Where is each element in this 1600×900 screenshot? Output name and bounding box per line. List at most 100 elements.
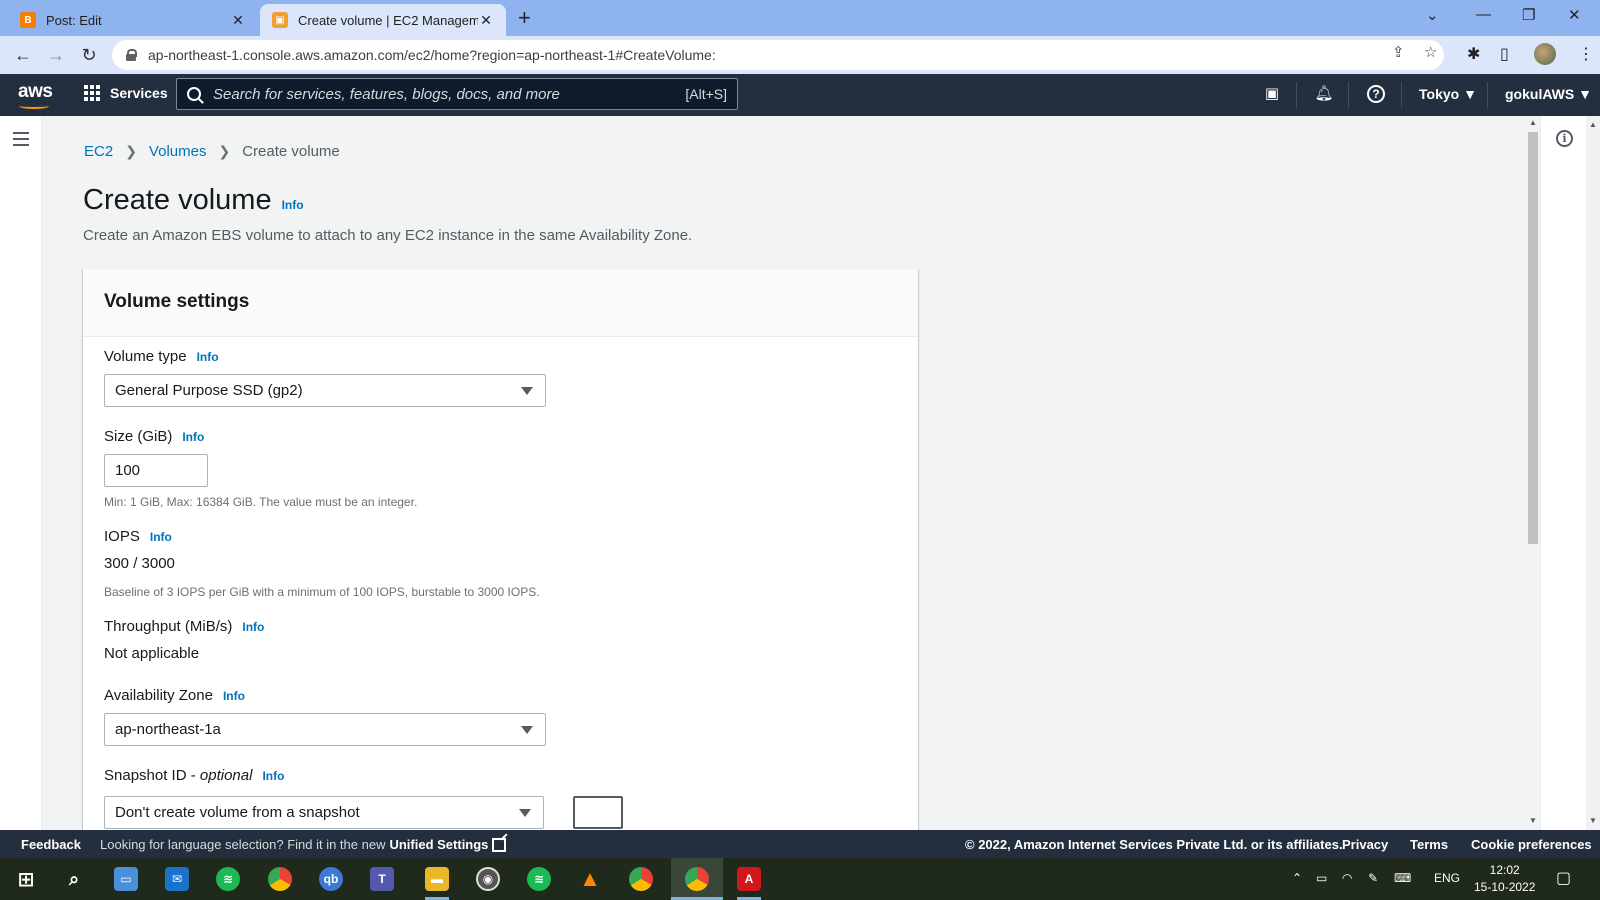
iops-value: 300 / 3000 xyxy=(104,555,175,572)
size-input[interactable]: 100 xyxy=(104,454,208,487)
scroll-up-arrow-icon[interactable]: ▲ xyxy=(1589,120,1597,129)
cloudshell-icon[interactable]: ▣ xyxy=(1262,84,1282,104)
throughput-label-text: Throughput (MiB/s) xyxy=(104,618,233,635)
hamburger-menu-icon[interactable] xyxy=(13,132,29,150)
forward-arrow-icon[interactable]: → xyxy=(45,44,67,66)
aws-cube-icon: ▣ xyxy=(272,12,288,28)
services-menu-button[interactable]: Services xyxy=(84,85,168,101)
breadcrumb-current: Create volume xyxy=(242,143,340,160)
windows-taskbar: ⊞ ⌕ ▭ ✉ ≋ qb T ▬ ◉ ≋ ▲ A ⌃ ▭ ◠ ✎ ⌨ ENG 1… xyxy=(0,858,1600,900)
windows-start-icon[interactable]: ⊞ xyxy=(14,867,38,891)
spotify-icon[interactable]: ≋ xyxy=(216,867,240,891)
size-hint: Min: 1 GiB, Max: 16384 GiB. The value mu… xyxy=(104,495,418,509)
tab-title: Post: Edit xyxy=(46,12,102,28)
availability-zone-select[interactable]: ap-northeast-1a xyxy=(104,713,546,746)
minimize-button[interactable]: — xyxy=(1476,6,1491,23)
url-field[interactable]: ap-northeast-1.console.aws.amazon.com/ec… xyxy=(112,40,1444,70)
pen-icon[interactable]: ✎ xyxy=(1368,871,1378,885)
back-arrow-icon[interactable]: ← xyxy=(12,44,34,66)
search-icon xyxy=(187,87,201,101)
search-input[interactable]: Search for services, features, blogs, do… xyxy=(176,78,738,110)
chrome-icon[interactable] xyxy=(629,867,653,891)
refresh-snapshots-button[interactable] xyxy=(573,796,623,829)
vlc-icon[interactable]: ▲ xyxy=(578,866,602,891)
scroll-down-arrow-icon[interactable]: ▼ xyxy=(1529,816,1537,825)
notifications-icon[interactable]: ▢ xyxy=(1556,868,1571,888)
close-window-button[interactable]: ✕ xyxy=(1568,6,1581,24)
content-scrollbar[interactable]: ▲ ▼ xyxy=(1526,116,1540,830)
unified-settings-link[interactable]: Unified Settings xyxy=(389,837,488,852)
page-scrollbar[interactable]: ▲ ▼ xyxy=(1586,116,1600,830)
chevron-down-icon[interactable]: ⌄ xyxy=(1426,6,1439,24)
browser-tab-post-edit[interactable]: B Post: Edit ✕ xyxy=(8,4,258,36)
scrollbar-thumb[interactable] xyxy=(1528,132,1538,544)
new-tab-button[interactable]: + xyxy=(518,6,531,30)
breadcrumb-ec2[interactable]: EC2 xyxy=(84,143,113,160)
breadcrumb-volumes[interactable]: Volumes xyxy=(149,143,207,160)
spotify-icon[interactable]: ≋ xyxy=(527,867,551,891)
close-icon[interactable]: ✕ xyxy=(230,12,246,29)
snapshot-info-link[interactable]: Info xyxy=(262,769,284,783)
close-icon[interactable]: ✕ xyxy=(478,12,494,29)
terms-link[interactable]: Terms xyxy=(1410,837,1448,852)
profile-avatar[interactable] xyxy=(1534,43,1556,65)
iops-label-text: IOPS xyxy=(104,528,140,545)
media-player-icon[interactable]: ◉ xyxy=(476,867,500,891)
mail-icon[interactable]: ✉ xyxy=(165,867,189,891)
chrome-icon[interactable] xyxy=(685,867,709,891)
clock-date: 15-10-2022 xyxy=(1474,880,1536,894)
privacy-link[interactable]: Privacy xyxy=(1342,837,1388,852)
file-explorer-window-icon[interactable]: ▭ xyxy=(114,867,138,891)
qbittorrent-icon[interactable]: qb xyxy=(319,867,343,891)
throughput-info-link[interactable]: Info xyxy=(242,620,264,634)
scroll-down-arrow-icon[interactable]: ▼ xyxy=(1589,816,1597,825)
search-icon[interactable]: ⌕ xyxy=(62,867,86,891)
folder-icon[interactable]: ▬ xyxy=(425,867,449,891)
extensions-icon[interactable]: ✱ xyxy=(1467,44,1480,64)
panel-heading: Volume settings xyxy=(83,269,918,337)
volume-type-select[interactable]: General Purpose SSD (gp2) xyxy=(104,374,546,407)
availability-zone-info-link[interactable]: Info xyxy=(223,689,245,703)
lock-icon xyxy=(126,49,137,61)
clock[interactable]: 12:02 15-10-2022 xyxy=(1474,862,1535,896)
info-icon[interactable]: i xyxy=(1556,130,1573,147)
external-link-icon xyxy=(492,837,507,852)
language-indicator[interactable]: ENG xyxy=(1434,871,1460,885)
snapshot-select[interactable]: Don't create volume from a snapshot xyxy=(104,796,544,829)
volume-type-info-link[interactable]: Info xyxy=(197,350,219,364)
title-info-link[interactable]: Info xyxy=(282,198,304,212)
keyboard-icon[interactable]: ⌨ xyxy=(1394,871,1411,885)
copyright-text: © 2022, Amazon Internet Services Private… xyxy=(965,837,1343,852)
url-text: ap-northeast-1.console.aws.amazon.com/ec… xyxy=(148,47,716,63)
restore-button[interactable]: ❐ xyxy=(1522,6,1535,24)
browser-tab-create-volume[interactable]: ▣ Create volume | EC2 Managemen ✕ xyxy=(260,4,506,36)
language-notice-text: Looking for language selection? Find it … xyxy=(100,837,386,852)
scroll-up-arrow-icon[interactable]: ▲ xyxy=(1529,118,1537,127)
bell-icon[interactable]: 🔔︎ xyxy=(1314,84,1334,104)
kebab-menu-icon[interactable]: ⋮ xyxy=(1578,44,1594,64)
help-icon[interactable]: ? xyxy=(1367,85,1385,103)
acrobat-icon[interactable]: A xyxy=(737,867,761,891)
feedback-link[interactable]: Feedback xyxy=(21,837,81,852)
star-icon[interactable]: ☆ xyxy=(1424,43,1437,61)
cookie-preferences-link[interactable]: Cookie preferences xyxy=(1471,837,1592,852)
chevron-up-icon[interactable]: ⌃ xyxy=(1292,871,1302,885)
chevron-right-icon: ❯ xyxy=(125,143,137,159)
page-title: Create volume Info xyxy=(83,184,304,217)
size-info-link[interactable]: Info xyxy=(182,430,204,444)
share-icon[interactable]: ⇪ xyxy=(1392,43,1405,61)
side-panel-icon[interactable]: ▯ xyxy=(1500,44,1509,64)
divider xyxy=(1296,82,1297,108)
reload-icon[interactable]: ↻ xyxy=(78,44,100,66)
battery-icon[interactable]: ▭ xyxy=(1316,871,1327,885)
blogger-icon: B xyxy=(20,12,36,28)
account-menu[interactable]: gokulAWS ▼ xyxy=(1505,86,1592,102)
iops-info-link[interactable]: Info xyxy=(150,530,172,544)
aws-logo[interactable]: aws xyxy=(18,81,53,109)
teams-icon[interactable]: T xyxy=(370,867,394,891)
divider xyxy=(1401,82,1402,108)
wifi-icon[interactable]: ◠ xyxy=(1342,871,1352,885)
region-selector[interactable]: Tokyo ▼ xyxy=(1419,86,1477,102)
chrome-icon[interactable] xyxy=(268,867,292,891)
iops-hint: Baseline of 3 IOPS per GiB with a minimu… xyxy=(104,585,540,599)
